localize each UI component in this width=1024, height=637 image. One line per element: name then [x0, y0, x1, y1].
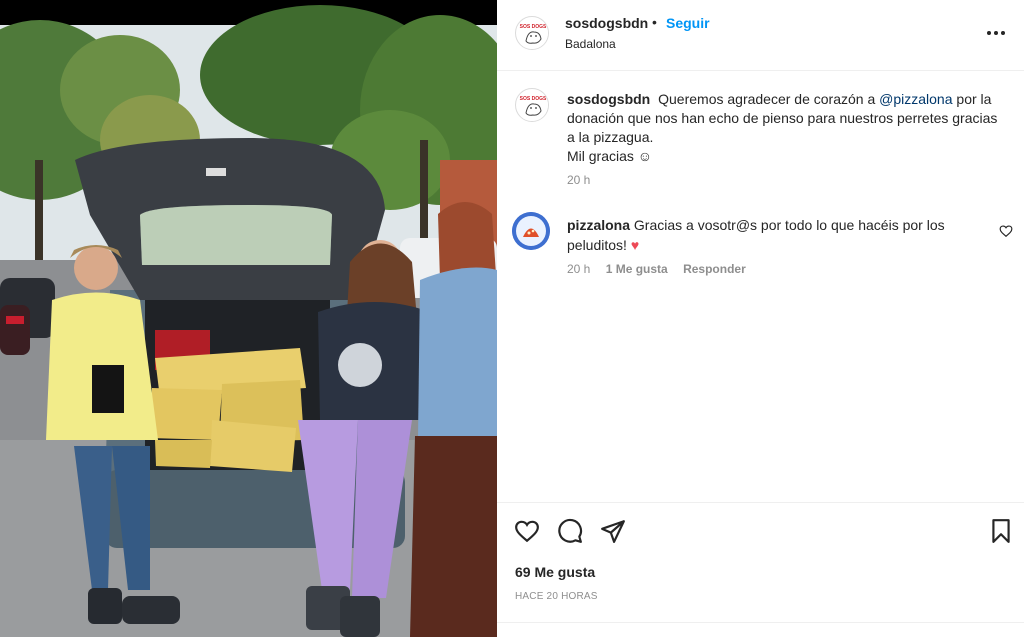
sos-dogs-logo-icon: SOS DOGS: [517, 18, 548, 49]
post-sidebar: SOS DOGS sosdogsbdn • Seguir Badalona SO…: [497, 0, 1024, 637]
post-username[interactable]: sosdogsbdn: [565, 15, 648, 31]
comment-like-heart-icon[interactable]: [999, 224, 1013, 238]
likes-count[interactable]: 69 Me gusta: [515, 564, 595, 580]
share-icon[interactable]: [600, 518, 626, 544]
instagram-post-view: SOS DOGS sosdogsbdn • Seguir Badalona SO…: [0, 0, 1024, 637]
divider: [497, 622, 1024, 623]
caption-username[interactable]: sosdogsbdn: [567, 91, 650, 107]
caption-avatar[interactable]: SOS DOGS: [515, 88, 549, 122]
sos-dogs-logo-icon: SOS DOGS: [517, 90, 548, 121]
bookmark-icon[interactable]: [988, 518, 1014, 544]
caption-text: sosdogsbdn Queremos agradecer de corazón…: [567, 90, 1007, 166]
comment-meta: 20 h 1 Me gusta Responder: [567, 262, 746, 276]
post-location[interactable]: Badalona: [565, 37, 616, 51]
avatar[interactable]: SOS DOGS: [515, 16, 549, 50]
heart-icon[interactable]: [514, 518, 540, 544]
reply-button[interactable]: Responder: [683, 262, 746, 276]
separator-dot: •: [652, 14, 657, 30]
more-options-icon[interactable]: [987, 22, 1009, 42]
caption-text-before: Queremos agradecer de corazón a: [658, 91, 876, 107]
svg-text:SOS DOGS: SOS DOGS: [520, 24, 547, 30]
comment-avatar[interactable]: [512, 212, 550, 250]
comment-timestamp[interactable]: 20 h: [567, 262, 590, 276]
comment-icon[interactable]: [557, 518, 583, 544]
caption-line-2: Mil gracias ☺: [567, 148, 653, 164]
post-header: SOS DOGS sosdogsbdn • Seguir Badalona: [497, 0, 1024, 71]
pizzalona-logo-icon: [512, 212, 550, 250]
post-photo[interactable]: [0, 0, 497, 637]
comment-likes-count[interactable]: 1 Me gusta: [606, 262, 668, 276]
caption-timestamp[interactable]: 20 h: [567, 173, 590, 187]
red-heart-emoji: ♥: [630, 237, 640, 253]
caption-mention-link[interactable]: @pizzalona: [879, 91, 952, 107]
photo-illustration: [0, 0, 497, 637]
post-date[interactable]: HACE 20 HORAS: [515, 591, 598, 602]
comment-text: pizzalona Gracias a vosotr@s por todo lo…: [567, 215, 977, 255]
comment-username[interactable]: pizzalona: [567, 217, 630, 233]
post-actions: 69 Me gusta HACE 20 HORAS: [497, 502, 1024, 637]
svg-text:SOS DOGS: SOS DOGS: [520, 96, 547, 102]
follow-button[interactable]: Seguir: [666, 15, 710, 31]
